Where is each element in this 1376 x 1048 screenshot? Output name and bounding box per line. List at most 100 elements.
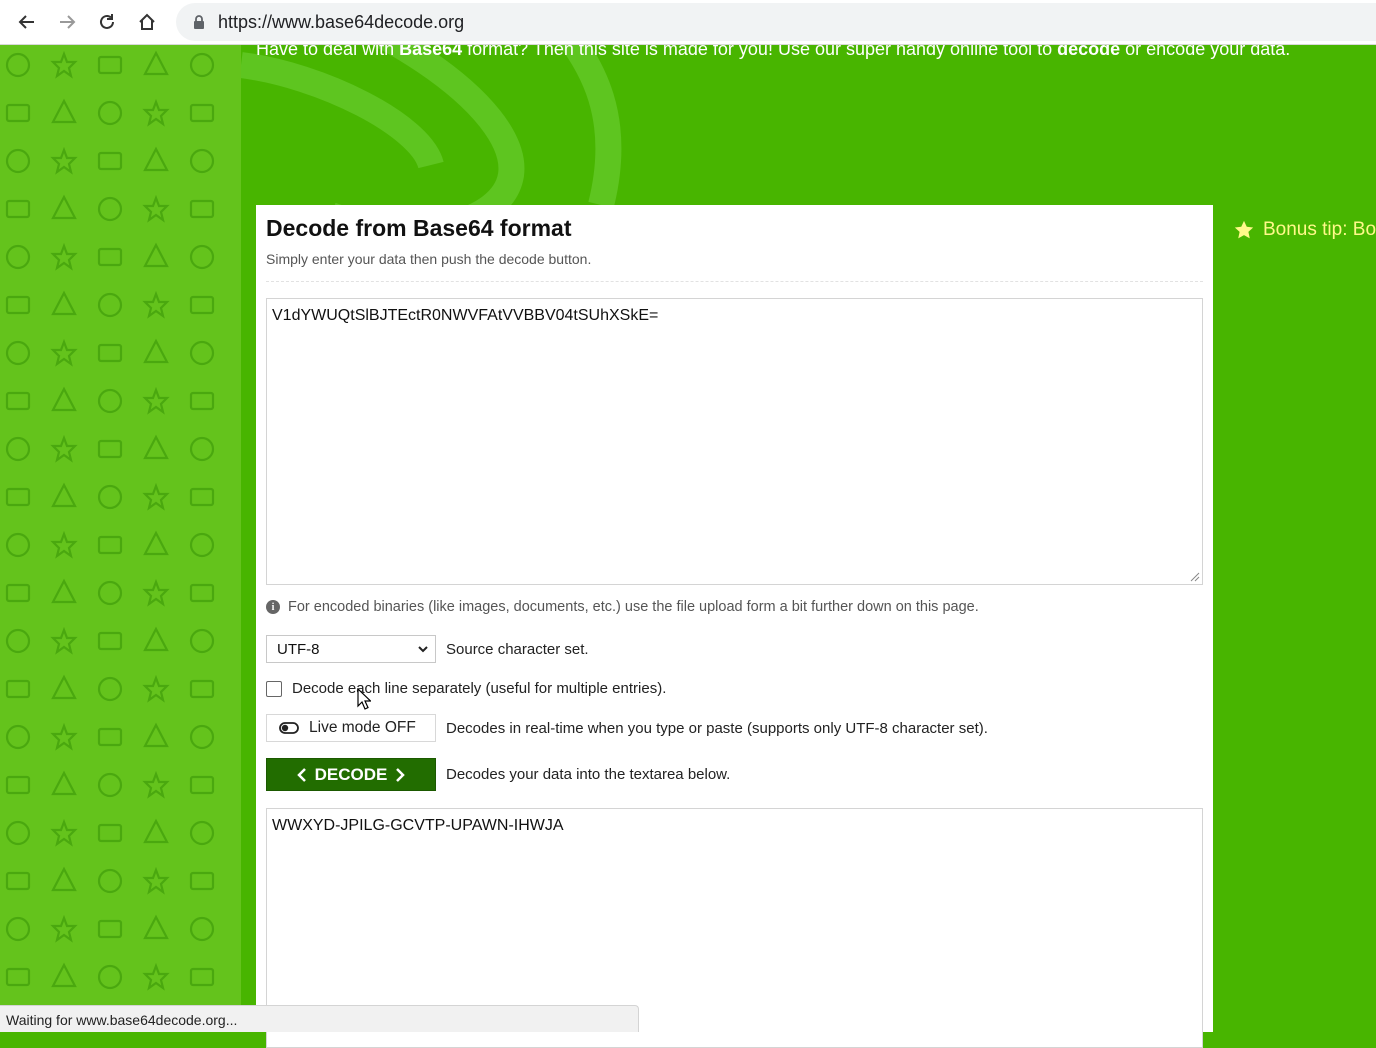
pattern-doodle (143, 50, 169, 76)
page-title: Decode from Base64 format (266, 215, 572, 241)
pattern-doodle (5, 871, 31, 891)
right-column: Bonus tip: Boo (1213, 205, 1376, 1032)
pattern-doodle (50, 146, 78, 175)
pattern-doodle (143, 434, 169, 460)
pattern-doodle (97, 919, 123, 939)
address-bar[interactable]: https://www.base64decode.org (176, 3, 1376, 41)
pattern-doodle (51, 290, 77, 316)
home-icon (139, 13, 155, 30)
pattern-doodle (189, 436, 215, 462)
pattern-doodle (97, 772, 123, 798)
divider (266, 281, 1203, 282)
forward-arrow-icon (60, 15, 76, 29)
pattern-doodle (97, 964, 123, 990)
pattern-doodle (97, 343, 123, 363)
pattern-doodle (50, 722, 78, 751)
charset-select[interactable]: UTF-8 (266, 635, 436, 663)
input-textarea[interactable]: V1dYWUQtSlBJTEctR0NWVFAtVVBBV04tSUhXSkE= (266, 298, 1203, 585)
pattern-doodle (143, 338, 169, 364)
pattern-doodle (51, 194, 77, 220)
reload-icon (100, 14, 114, 29)
pattern-doodle (142, 194, 170, 223)
decode-description: Decodes your data into the textarea belo… (446, 766, 731, 783)
pattern-doodle (189, 148, 215, 174)
pattern-doodle (5, 244, 31, 270)
forward-button[interactable] (47, 2, 87, 42)
pattern-doodle (142, 290, 170, 319)
pattern-doodle (142, 770, 170, 799)
pattern-doodle (51, 578, 77, 604)
pattern-doodle (97, 868, 123, 894)
pattern-doodle (97, 55, 123, 75)
pattern-doodle (143, 914, 169, 940)
toggle-off-icon (279, 722, 299, 734)
live-mode-description: Decodes in real-time when you type or pa… (446, 719, 988, 737)
decorative-pattern (0, 45, 241, 1032)
each-line-row: Decode each line separately (useful for … (266, 680, 666, 697)
pattern-doodle (97, 676, 123, 702)
pattern-doodle (50, 914, 78, 943)
pattern-doodle (143, 530, 169, 556)
pattern-doodle (50, 626, 78, 655)
pattern-doodle (5, 532, 31, 558)
pattern-doodle (50, 818, 78, 847)
pattern-doodle (142, 482, 170, 511)
pattern-doodle (189, 487, 215, 507)
reload-button[interactable] (87, 2, 127, 42)
decode-button[interactable]: DECODE (266, 758, 436, 791)
pattern-doodle (5, 820, 31, 846)
pattern-doodle (5, 340, 31, 366)
pattern-doodle (51, 866, 77, 892)
pattern-doodle (5, 199, 31, 219)
pattern-doodle (97, 727, 123, 747)
pattern-doodle (189, 820, 215, 846)
each-line-checkbox[interactable] (266, 680, 282, 697)
pattern-doodle (143, 626, 169, 652)
pattern-doodle (5, 436, 31, 462)
decoder-card: Decode from Base64 format Simply enter y… (256, 205, 1213, 1048)
pattern-doodle (50, 338, 78, 367)
pattern-doodle (189, 967, 215, 987)
pattern-doodle (5, 148, 31, 174)
pattern-doodle (142, 962, 170, 991)
pattern-doodle (189, 871, 215, 891)
pattern-doodle (143, 722, 169, 748)
intro-text: Have to deal with Base64 format? Then th… (256, 45, 1291, 59)
pattern-doodle (5, 391, 31, 411)
pattern-doodle (97, 196, 123, 222)
back-button[interactable] (7, 2, 47, 42)
pattern-doodle (97, 823, 123, 843)
decode-row: DECODE Decodes your data into the textar… (266, 758, 730, 791)
pattern-doodle (142, 578, 170, 607)
pattern-doodle (189, 295, 215, 315)
pattern-doodle (97, 247, 123, 267)
charset-row: UTF-8 Source character set. (266, 635, 589, 663)
pattern-doodle (51, 674, 77, 700)
pattern-doodle (5, 295, 31, 315)
chevron-left-icon (296, 767, 306, 782)
bonus-tip[interactable]: Bonus tip: Boo (1233, 219, 1376, 241)
resize-grip-icon[interactable] (1190, 572, 1200, 582)
pattern-doodle (189, 340, 215, 366)
pattern-doodle (5, 916, 31, 942)
pattern-doodle (5, 487, 31, 507)
pattern-doodle (97, 631, 123, 651)
binary-info: i For encoded binaries (like images, doc… (266, 599, 979, 615)
home-button[interactable] (127, 2, 167, 42)
pattern-doodle (189, 52, 215, 78)
pattern-doodle (189, 724, 215, 750)
pattern-doodle (50, 434, 78, 463)
pattern-doodle (5, 103, 31, 123)
browser-toolbar: https://www.base64decode.org (0, 0, 1376, 45)
pattern-doodle (5, 679, 31, 699)
back-arrow-icon (18, 15, 34, 29)
info-icon: i (266, 600, 280, 614)
each-line-label[interactable]: Decode each line separately (useful for … (292, 680, 666, 697)
pattern-doodle (51, 962, 77, 988)
live-mode-toggle[interactable]: Live mode OFF (266, 714, 436, 742)
pattern-doodle (50, 50, 78, 79)
pattern-doodle (97, 292, 123, 318)
pattern-doodle (51, 482, 77, 508)
pattern-doodle (5, 775, 31, 795)
pattern-doodle (51, 770, 77, 796)
